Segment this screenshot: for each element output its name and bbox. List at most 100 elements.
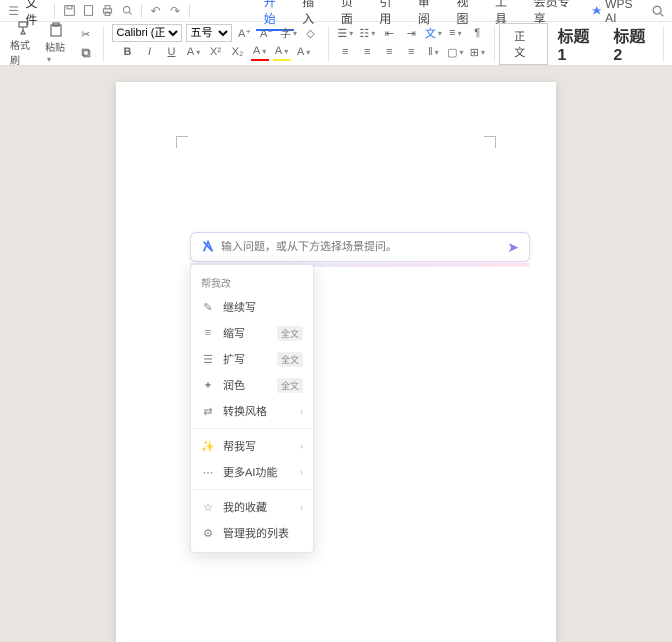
- italic-icon[interactable]: I: [141, 43, 159, 61]
- preview-icon[interactable]: [120, 3, 135, 19]
- ai-item-style[interactable]: ⇄ 转换风格 ›: [191, 398, 313, 424]
- style-body[interactable]: 正文: [499, 23, 547, 65]
- increase-indent-icon[interactable]: ⇥: [402, 24, 420, 42]
- chevron-right-icon: ›: [300, 441, 303, 451]
- redo-icon[interactable]: ↷: [167, 3, 182, 19]
- menu-separator: [191, 489, 313, 490]
- ai-item-more[interactable]: ⋯ 更多AI功能 ›: [191, 459, 313, 485]
- ai-menu: 帮我改 ✎ 继续写 ≡ 缩写 全文 ☰ 扩写 全文 ✦ 润色 全文 ⇄ 转换风格…: [190, 264, 314, 553]
- badge-fulltext: 全文: [277, 378, 303, 393]
- ai-item-expand[interactable]: ☰ 扩写 全文: [191, 346, 313, 372]
- ai-item-manage[interactable]: ⚙ 管理我的列表: [191, 520, 313, 546]
- print-icon[interactable]: [100, 3, 115, 19]
- sparkle-icon: ✦: [201, 378, 215, 392]
- separator: [494, 26, 495, 62]
- shading-icon[interactable]: ▢: [446, 43, 464, 61]
- paste-icon: [47, 22, 65, 38]
- separator: [103, 26, 104, 62]
- ai-item-favorites[interactable]: ☆ 我的收藏 ›: [191, 494, 313, 520]
- document-canvas: ➤ 帮我改 ✎ 继续写 ≡ 缩写 全文 ☰ 扩写 全文 ✦ 润色 全文 ⇄ 转换…: [0, 66, 672, 500]
- document-page[interactable]: [116, 82, 556, 642]
- font-color-icon[interactable]: A: [251, 43, 269, 61]
- menubar: ☰ 文件 ↶ ↷ 开始 插入 页面 引用 审阅 视图 工具 会员专享 WPS A…: [0, 0, 672, 22]
- separator: [141, 4, 142, 18]
- font-select[interactable]: Calibri (正文): [112, 24, 182, 42]
- separator: [54, 4, 55, 18]
- style-heading2[interactable]: 标题 2: [605, 21, 659, 67]
- pencil-icon: ✎: [201, 300, 215, 314]
- line-spacing-icon[interactable]: ‖: [424, 43, 442, 61]
- highlight-icon[interactable]: A: [273, 43, 291, 61]
- copy-icon[interactable]: [77, 44, 95, 62]
- ai-prompt-input[interactable]: [221, 241, 501, 253]
- format-painter-button[interactable]: 格式刷: [6, 24, 39, 63]
- subscript-icon[interactable]: X₂: [229, 43, 247, 61]
- ai-item-polish[interactable]: ✦ 润色 全文: [191, 372, 313, 398]
- ai-item-label: 帮我写: [223, 438, 256, 454]
- separator: [189, 4, 190, 18]
- wps-ai-logo-icon: [591, 5, 602, 17]
- paragraph-group: ☰ ☷ ⇤ ⇥ 文 ≡ ¶ ≡ ≡ ≡ ≡ ‖ ▢ ⊞: [332, 24, 490, 63]
- underline-icon[interactable]: U: [163, 43, 181, 61]
- bold-icon[interactable]: B: [119, 43, 137, 61]
- ai-item-label: 转换风格: [223, 403, 267, 419]
- menu-separator: [191, 428, 313, 429]
- lines-short-icon: ≡: [201, 326, 215, 340]
- clipboard-extra: ✂: [73, 24, 99, 63]
- search-icon[interactable]: [651, 3, 666, 19]
- ai-item-shorten[interactable]: ≡ 缩写 全文: [191, 320, 313, 346]
- align-right-icon[interactable]: ≡: [380, 43, 398, 61]
- ai-input-bar[interactable]: ➤: [190, 232, 530, 262]
- font-group: Calibri (正文) 五号 A⁺ A⁻ 字 ◇ B I U A X² X₂ …: [108, 24, 324, 63]
- decrease-indent-icon[interactable]: ⇤: [380, 24, 398, 42]
- change-case-icon[interactable]: 字: [280, 24, 298, 42]
- superscript-icon[interactable]: X²: [207, 43, 225, 61]
- text-direction-icon[interactable]: 文: [424, 24, 442, 42]
- star-icon: ☆: [201, 500, 215, 514]
- border-icon[interactable]: ⊞: [468, 43, 486, 61]
- paste-button[interactable]: 粘贴: [41, 24, 71, 63]
- badge-fulltext: 全文: [277, 326, 303, 341]
- style-heading1[interactable]: 标题 1: [550, 21, 604, 67]
- ai-item-label: 扩写: [223, 351, 245, 367]
- toolbar: 格式刷 粘贴 ✂ Calibri (正文) 五号 A⁺ A⁻ 字 ◇ B I U…: [0, 22, 672, 66]
- ai-item-label: 更多AI功能: [223, 464, 277, 480]
- chevron-right-icon: ›: [300, 502, 303, 512]
- format-painter-icon: [14, 20, 32, 36]
- number-list-icon[interactable]: ☷: [358, 24, 376, 42]
- chevron-right-icon: ›: [300, 467, 303, 477]
- ai-item-write[interactable]: ✨ 帮我写 ›: [191, 433, 313, 459]
- align-justify-icon[interactable]: ≡: [402, 43, 420, 61]
- margin-corner: [176, 136, 188, 148]
- align-distribute-icon[interactable]: ≡: [446, 24, 464, 42]
- font-effects-icon[interactable]: A: [295, 43, 313, 61]
- more-icon: ⋯: [201, 465, 215, 479]
- shrink-font-icon[interactable]: A⁻: [258, 24, 276, 42]
- align-center-icon[interactable]: ≡: [358, 43, 376, 61]
- font-size-select[interactable]: 五号: [186, 24, 232, 42]
- clear-format-icon[interactable]: ◇: [302, 24, 320, 42]
- ai-item-label: 润色: [223, 377, 245, 393]
- ai-item-label: 继续写: [223, 299, 256, 315]
- format-painter-label: 格式刷: [10, 37, 35, 67]
- chevron-right-icon: ›: [300, 406, 303, 416]
- ai-item-continue[interactable]: ✎ 继续写: [191, 294, 313, 320]
- undo-icon[interactable]: ↶: [148, 3, 163, 19]
- ai-item-label: 管理我的列表: [223, 525, 289, 541]
- grow-font-icon[interactable]: A⁺: [236, 24, 254, 42]
- send-icon[interactable]: ➤: [507, 239, 519, 256]
- ai-item-label: 我的收藏: [223, 499, 267, 515]
- ai-section-edit: 帮我改: [191, 271, 313, 294]
- bullet-list-icon[interactable]: ☰: [336, 24, 354, 42]
- separator: [328, 26, 329, 62]
- ai-logo-icon: [201, 240, 215, 254]
- align-left-icon[interactable]: ≡: [336, 43, 354, 61]
- strikethrough-icon[interactable]: A: [185, 43, 203, 61]
- menu-icon[interactable]: ☰: [6, 3, 21, 19]
- swap-icon: ⇄: [201, 404, 215, 418]
- save-icon[interactable]: [61, 3, 76, 19]
- print-preview-icon[interactable]: [81, 3, 96, 19]
- cut-icon[interactable]: ✂: [77, 25, 95, 43]
- badge-fulltext: 全文: [277, 352, 303, 367]
- show-marks-icon[interactable]: ¶: [468, 24, 486, 42]
